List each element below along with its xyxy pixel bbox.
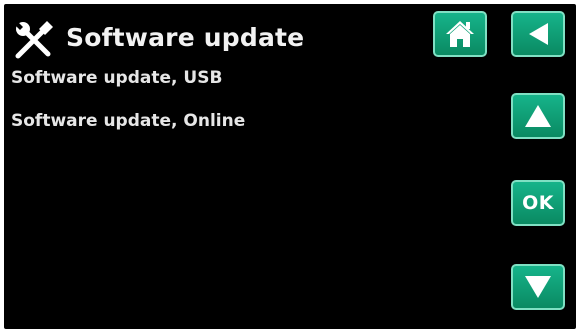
menu-list: Software update, USB Software update, On… [11,67,245,153]
home-icon [444,19,476,49]
display-screen: Software update Software update, USB Sof… [4,4,576,329]
back-arrow-icon [525,20,551,48]
menu-item-software-update-usb[interactable]: Software update, USB [11,67,245,89]
down-arrow-icon [523,274,553,300]
home-button[interactable] [433,11,487,57]
scroll-down-button[interactable] [511,264,565,310]
ok-button-label: OK [522,191,554,214]
menu-item-software-update-online[interactable]: Software update, Online [11,110,245,132]
page-title: Software update [66,23,305,52]
scroll-up-button[interactable] [511,93,565,139]
tools-icon [12,18,56,62]
back-button[interactable] [511,11,565,57]
up-arrow-icon [523,103,553,129]
ok-button[interactable]: OK [511,180,565,226]
